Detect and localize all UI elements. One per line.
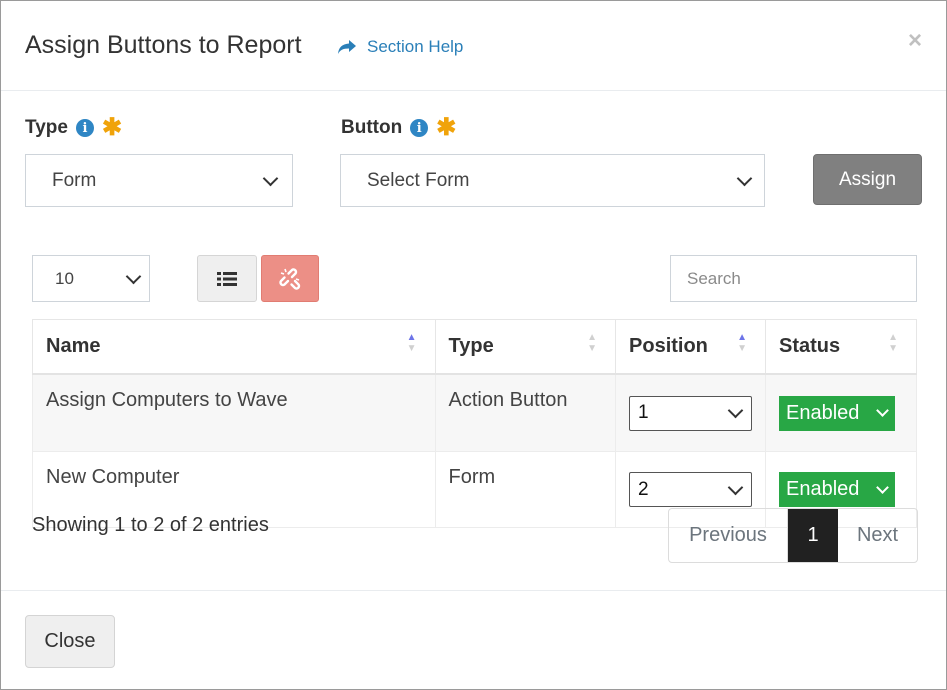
- sort-icon: ▲ ▼: [587, 332, 598, 354]
- list-icon: [217, 271, 237, 286]
- cell-position: 1: [615, 373, 767, 452]
- chevron-down-icon: [262, 170, 279, 186]
- chevron-down-icon: [736, 170, 753, 186]
- cell-name: Assign Computers to Wave: [32, 373, 436, 452]
- next-page-button[interactable]: Next: [838, 509, 917, 562]
- column-header-label: Position: [629, 335, 708, 357]
- status-label: Enabled: [786, 478, 860, 500]
- unlink-icon: [279, 267, 301, 290]
- position-value: 2: [638, 478, 649, 500]
- column-header-label: Name: [46, 335, 101, 357]
- chevron-down-icon: [876, 480, 889, 494]
- type-label-group: Type i ✱: [25, 114, 123, 141]
- chevron-down-icon: [125, 268, 142, 284]
- pagination: Previous 1 Next: [668, 508, 918, 563]
- required-icon: ✱: [436, 114, 457, 141]
- info-icon[interactable]: i: [75, 119, 94, 137]
- share-arrow-icon: [338, 40, 356, 54]
- column-header-position[interactable]: Position ▲ ▼: [615, 319, 767, 375]
- section-help-link[interactable]: Section Help: [337, 37, 463, 57]
- position-value: 1: [638, 402, 649, 423]
- button-label-group: Button i ✱: [341, 114, 457, 141]
- section-help-label: Section Help: [367, 37, 464, 56]
- column-header-name[interactable]: Name ▲ ▼: [32, 319, 436, 375]
- cell-type: Form: [434, 451, 617, 528]
- type-select[interactable]: Form: [25, 154, 293, 207]
- dialog-header: Assign Buttons to Report Section Help ×: [1, 1, 946, 91]
- assigned-buttons-table: Name ▲ ▼ Type ▲ ▼ Position ▲ ▼ Status ▲ ▼: [32, 319, 917, 528]
- cell-status: Enabled: [765, 373, 917, 452]
- column-header-status[interactable]: Status ▲ ▼: [765, 319, 917, 375]
- column-header-type[interactable]: Type ▲ ▼: [434, 319, 617, 375]
- assign-button[interactable]: Assign: [813, 154, 922, 205]
- table-header-row: Name ▲ ▼ Type ▲ ▼ Position ▲ ▼ Status ▲ ▼: [32, 319, 917, 375]
- list-view-button[interactable]: [197, 255, 257, 302]
- column-header-label: Status: [779, 335, 841, 357]
- type-label: Type: [25, 117, 68, 138]
- chevron-down-icon: [727, 479, 744, 495]
- dialog-footer: Close: [1, 590, 946, 690]
- button-select-value: Select Form: [367, 169, 470, 191]
- assign-buttons-dialog: Assign Buttons to Report Section Help × …: [0, 0, 947, 690]
- position-select[interactable]: 1: [629, 395, 753, 431]
- required-icon: ✱: [101, 114, 123, 141]
- close-button[interactable]: Close: [25, 615, 115, 668]
- page-length-select[interactable]: 10: [32, 255, 150, 302]
- previous-page-button[interactable]: Previous: [669, 509, 788, 562]
- page-length-value: 10: [55, 268, 74, 288]
- type-select-value: Form: [52, 169, 97, 191]
- sort-icon: ▲ ▼: [737, 332, 748, 354]
- cell-type: Action Button: [434, 373, 617, 452]
- search-input[interactable]: [670, 255, 917, 302]
- dialog-title: Assign Buttons to Report: [25, 31, 302, 59]
- status-label: Enabled: [786, 401, 860, 424]
- status-dropdown[interactable]: Enabled: [779, 395, 896, 431]
- status-dropdown[interactable]: Enabled: [779, 472, 896, 507]
- page-1-button[interactable]: 1: [788, 509, 838, 562]
- sort-icon: ▲ ▼: [888, 332, 898, 354]
- chevron-down-icon: [727, 402, 744, 419]
- column-header-label: Type: [448, 335, 494, 357]
- table-info: Showing 1 to 2 of 2 entries: [32, 514, 269, 536]
- chevron-down-icon: [876, 404, 889, 417]
- info-icon[interactable]: i: [410, 119, 429, 137]
- button-label: Button: [341, 117, 403, 138]
- position-select[interactable]: 2: [629, 472, 753, 507]
- sort-icon: ▲ ▼: [406, 332, 417, 354]
- close-icon[interactable]: ×: [908, 27, 922, 55]
- table-row: Assign Computers to Wave Action Button 1…: [32, 373, 917, 452]
- button-select[interactable]: Select Form: [340, 154, 765, 207]
- unlink-button[interactable]: [261, 255, 319, 302]
